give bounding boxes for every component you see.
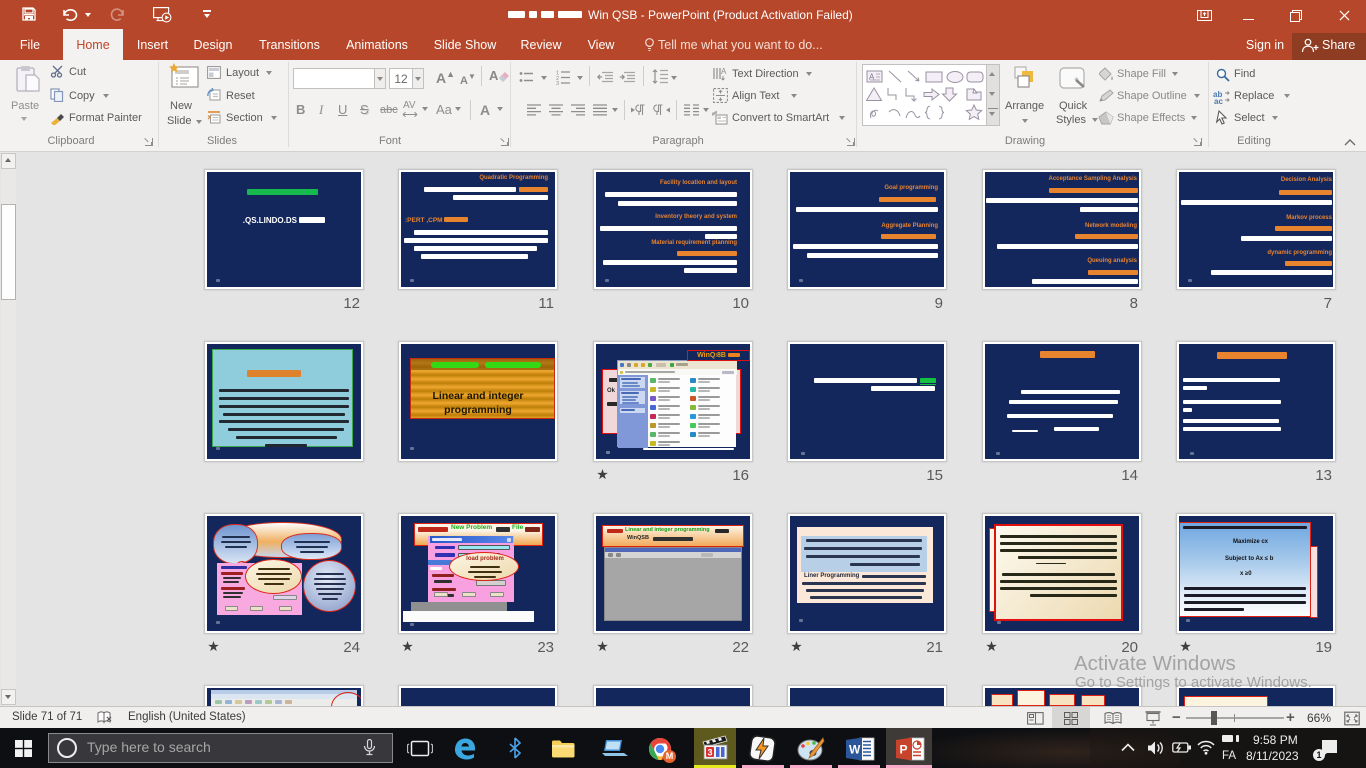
svg-text:ac: ac (1214, 97, 1223, 104)
svg-text:3: 3 (556, 81, 559, 85)
svg-text:W: W (849, 743, 861, 757)
svg-text:P: P (900, 743, 908, 757)
svg-text:A: A (721, 67, 727, 76)
svg-text:3: 3 (708, 748, 713, 758)
